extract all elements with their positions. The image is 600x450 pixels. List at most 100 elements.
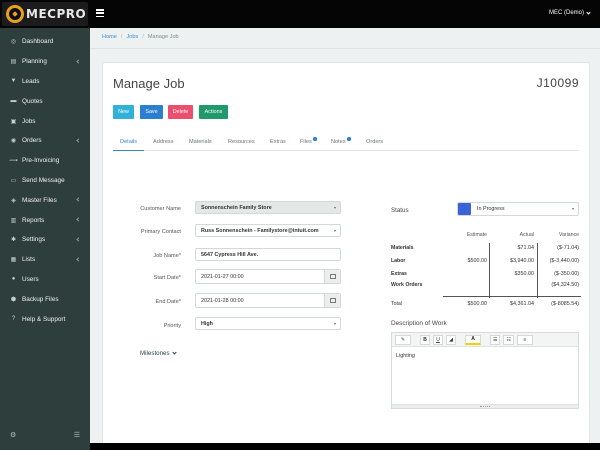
sidebar-item-reports[interactable]: ▥ Reports bbox=[0, 210, 90, 230]
bullet-list-icon: ☰ bbox=[493, 336, 498, 343]
sidebar-item-label: Leads bbox=[22, 77, 40, 85]
materials-actual: $71.04 bbox=[517, 245, 535, 251]
menu-toggle-icon[interactable] bbox=[96, 9, 104, 18]
breadcrumb-divider bbox=[90, 48, 600, 49]
editor-resize-handle[interactable] bbox=[392, 404, 578, 408]
bullet-list-button[interactable]: ☰ bbox=[490, 334, 501, 345]
job-name-label: Job Name* bbox=[153, 253, 181, 259]
bold-button[interactable]: B bbox=[420, 334, 430, 345]
new-button[interactable]: New bbox=[113, 105, 134, 119]
start-date-calendar-button[interactable] bbox=[324, 270, 340, 283]
primary-contact-select[interactable]: Russ Sonnenschein - Familystore@intuit.c… bbox=[195, 224, 341, 237]
sidebar-item-quotes[interactable]: ▬ Quotes bbox=[0, 91, 90, 111]
eraser-icon: ◢ bbox=[449, 336, 453, 343]
calendar-icon bbox=[329, 274, 336, 279]
sidebar-item-label: Lists bbox=[22, 256, 36, 264]
dashboard-icon: ◎ bbox=[10, 39, 17, 46]
job-tabs: Details Address Materials Resources Extr… bbox=[112, 136, 579, 151]
priority-select[interactable]: High bbox=[195, 317, 341, 330]
chevron-left-icon bbox=[76, 197, 81, 202]
app-logo[interactable]: MECPRO bbox=[2, 2, 88, 26]
sidebar-item-lists[interactable]: ▦ Lists bbox=[0, 250, 90, 270]
sidebar-item-pre-invoicing[interactable]: ⟿ Pre-Invoicing bbox=[0, 151, 90, 171]
jobs-icon: ▣ bbox=[10, 118, 17, 125]
text-color-button[interactable]: A bbox=[465, 334, 481, 345]
breadcrumb-home[interactable]: Home bbox=[102, 34, 117, 40]
start-date-input[interactable]: 2021-01-27 00:00 bbox=[195, 269, 341, 284]
dropdown-caret-icon bbox=[334, 207, 336, 209]
sidebar-item-send-message[interactable]: ▭ Send Message bbox=[0, 171, 90, 191]
orders-icon: ◉ bbox=[10, 138, 17, 145]
sidebar-item-label: Help & Support bbox=[22, 315, 66, 323]
paragraph-align-button[interactable]: ≡ bbox=[516, 334, 533, 345]
job-name-value: 5647 Cypress Hill Ave. bbox=[201, 251, 259, 258]
pre-invoicing-icon: ⟿ bbox=[9, 158, 18, 165]
sidebar-item-help-support[interactable]: ? Help & Support bbox=[0, 309, 90, 329]
style-brush-button[interactable]: ✎ bbox=[395, 334, 411, 345]
end-date-calendar-button[interactable] bbox=[324, 294, 340, 307]
editor-content[interactable]: Lighting bbox=[392, 347, 578, 365]
sidebar-item-orders[interactable]: ◉ Orders bbox=[0, 131, 90, 151]
tab-materials[interactable]: Materials bbox=[189, 139, 212, 145]
end-date-label: End Date* bbox=[155, 299, 182, 305]
delete-button[interactable]: Delete bbox=[168, 105, 193, 119]
variance-header: Variance bbox=[558, 232, 579, 238]
filter-icon: ▼ bbox=[10, 78, 17, 85]
sidebar-item-backup-files[interactable]: ⬢ Backup Files bbox=[0, 289, 90, 309]
tab-details[interactable]: Details bbox=[112, 139, 145, 151]
list-menu-icon[interactable]: ☰ bbox=[74, 431, 80, 439]
table-divider bbox=[537, 243, 538, 298]
breadcrumb-separator: / bbox=[142, 34, 144, 40]
start-date-label: Start Date* bbox=[153, 275, 181, 281]
milestones-toggle[interactable]: Milestones bbox=[140, 350, 177, 357]
sidebar-item-label: Orders bbox=[22, 137, 42, 145]
sidebar: ◎ Dashboard ▤ Planning ▼ Leads ▬ Quotes ▣ Jobs ◉ Or… bbox=[0, 28, 90, 450]
chevron-left-icon bbox=[76, 257, 81, 262]
breadcrumb-jobs[interactable]: Jobs bbox=[126, 34, 138, 40]
job-name-input[interactable]: 5647 Cypress Hill Ave. bbox=[195, 248, 341, 261]
total-actual: $4,361.04 bbox=[510, 301, 534, 307]
sidebar-item-settings[interactable]: ✱ Settings bbox=[0, 230, 90, 250]
dropdown-caret-icon bbox=[334, 323, 336, 325]
tab-extras[interactable]: Extras bbox=[270, 139, 286, 145]
sidebar-nav: ◎ Dashboard ▤ Planning ▼ Leads ▬ Quotes ▣ Jobs ◉ Or… bbox=[0, 32, 90, 329]
user-menu[interactable]: MEC (Demo) bbox=[548, 9, 591, 16]
actions-button[interactable]: Actions bbox=[199, 105, 228, 119]
sidebar-item-jobs[interactable]: ▣ Jobs bbox=[0, 111, 90, 131]
sidebar-item-planning[interactable]: ▤ Planning bbox=[0, 52, 90, 72]
description-editor[interactable]: ✎ B U ◢ A ☰ ☷ ≡ Lighting bbox=[391, 332, 579, 409]
tab-resources[interactable]: Resources bbox=[228, 139, 255, 145]
save-button[interactable]: Save bbox=[140, 105, 163, 119]
labor-estimate: $500.00 bbox=[467, 258, 488, 264]
customer-name-label: Customer Name bbox=[140, 206, 181, 212]
tab-address[interactable]: Address bbox=[153, 139, 174, 145]
tab-orders[interactable]: Orders bbox=[366, 139, 383, 145]
sidebar-item-users[interactable]: ● Users bbox=[0, 270, 90, 290]
settings-gear-icon[interactable]: ⚙ bbox=[10, 431, 16, 439]
customer-name-select[interactable]: Sonnenschein Family Store bbox=[195, 201, 341, 214]
total-divider bbox=[443, 296, 581, 297]
labor-label: Labor bbox=[391, 258, 406, 264]
sidebar-item-leads[interactable]: ▼ Leads bbox=[0, 72, 90, 92]
end-date-input[interactable]: 2021-01-28 00:00 bbox=[195, 293, 341, 308]
chevron-down-icon bbox=[171, 350, 177, 355]
settings-icon: ✱ bbox=[10, 237, 17, 244]
labor-variance: ($-3,440.00) bbox=[549, 258, 579, 264]
user-label: MEC (Demo) bbox=[548, 10, 584, 16]
numbered-list-button[interactable]: ☷ bbox=[503, 334, 514, 345]
tab-notes[interactable]: Notes bbox=[331, 137, 351, 145]
breadcrumb: Home / Jobs / Manage Job bbox=[102, 34, 179, 40]
sidebar-item-dashboard[interactable]: ◎ Dashboard bbox=[0, 32, 90, 52]
clear-format-button[interactable]: ◢ bbox=[446, 334, 456, 345]
sidebar-item-master-files[interactable]: ◈ Master Files bbox=[0, 190, 90, 210]
chevron-left-icon bbox=[76, 237, 81, 242]
chevron-left-icon bbox=[76, 59, 81, 64]
status-select[interactable]: In Progress bbox=[457, 202, 579, 216]
extras-variance: ($-350.00) bbox=[554, 271, 579, 277]
planning-icon: ▤ bbox=[10, 59, 17, 66]
sidebar-footer: ⚙ ☰ bbox=[0, 420, 90, 450]
sidebar-item-label: Master Files bbox=[22, 196, 57, 204]
underline-button[interactable]: U bbox=[433, 334, 443, 345]
tab-files[interactable]: Files bbox=[300, 137, 317, 145]
quotes-icon: ▬ bbox=[10, 98, 17, 105]
